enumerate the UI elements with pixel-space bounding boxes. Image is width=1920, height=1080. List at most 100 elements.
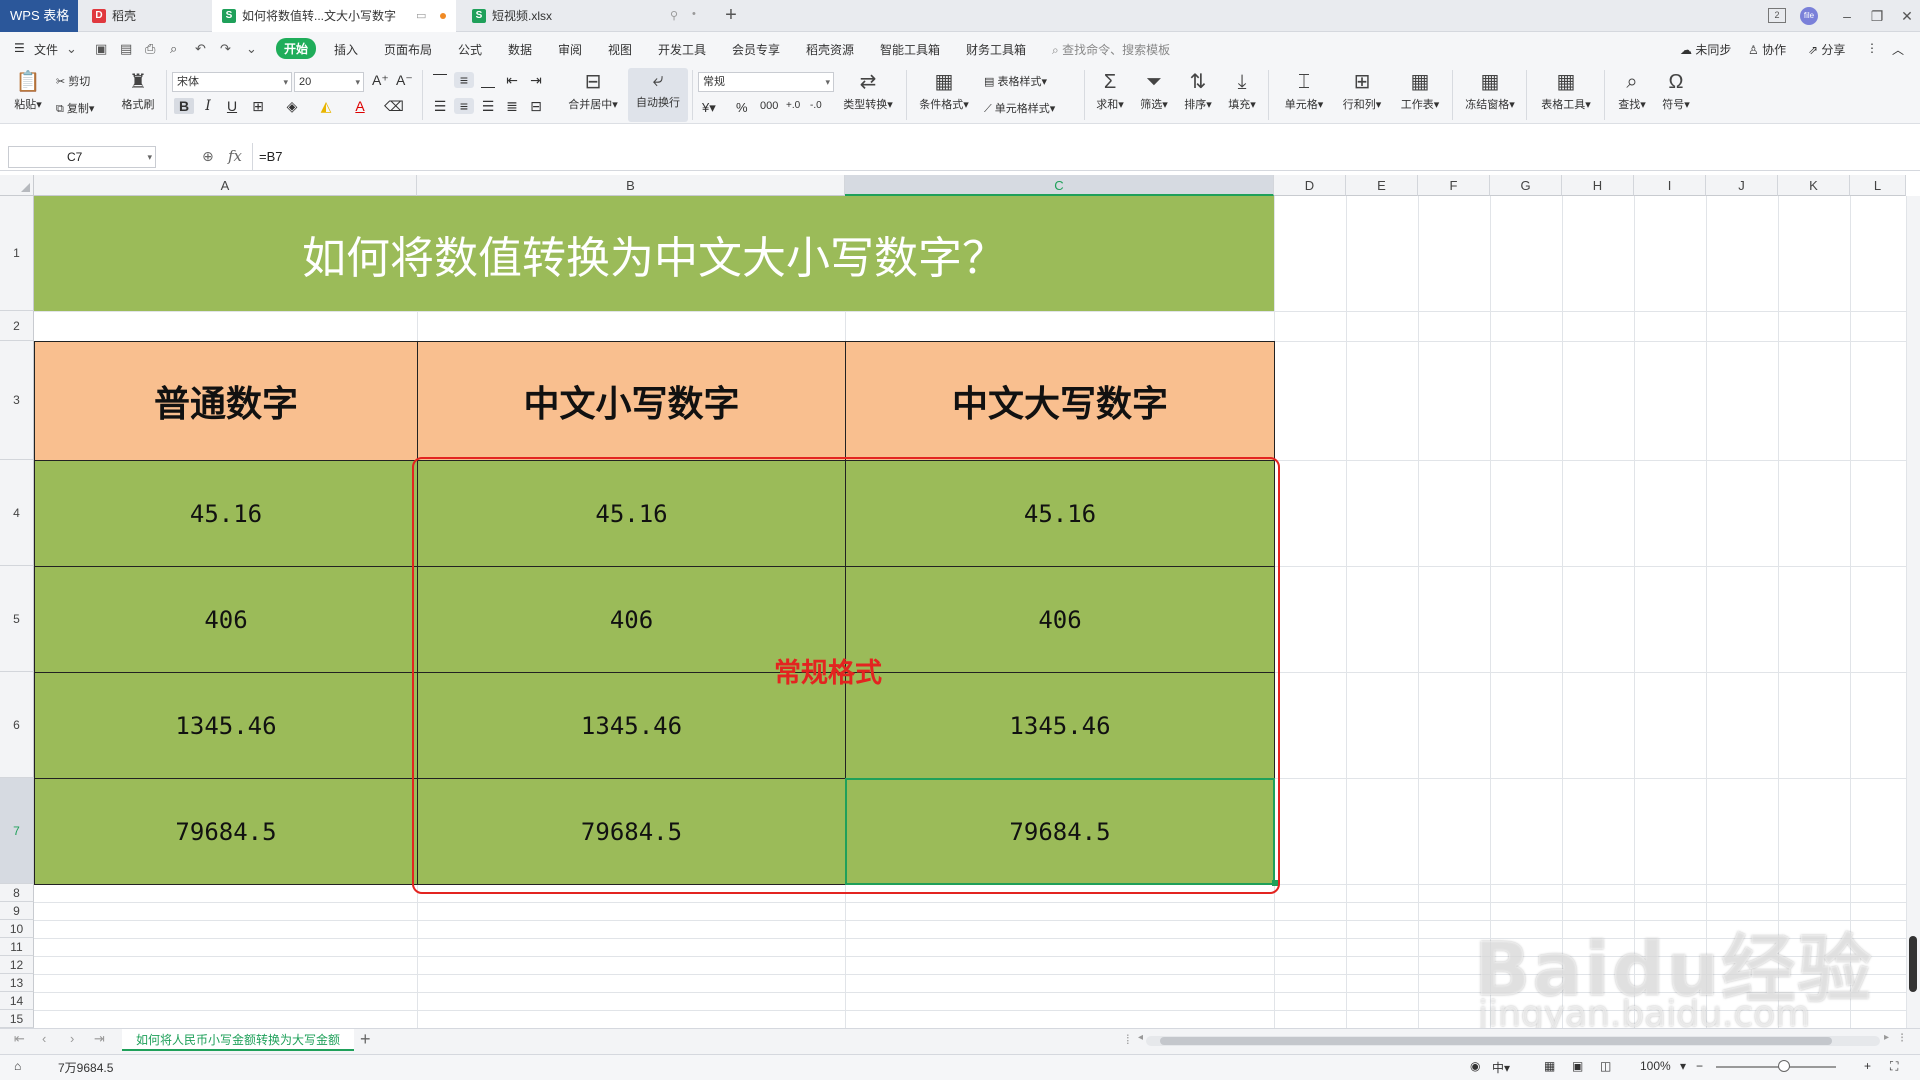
format-painter-button[interactable]: ♜ 格式刷 — [118, 70, 158, 112]
clear-format-icon[interactable]: ⌫ — [384, 98, 404, 115]
horizontal-scroll-thumb[interactable] — [1160, 1037, 1832, 1045]
menu-view[interactable]: 视图 — [608, 41, 632, 58]
input-method-icon[interactable]: 中▾ — [1492, 1059, 1510, 1076]
distributed-icon[interactable]: ⊟ — [526, 98, 546, 115]
macro-icon[interactable]: ⌂ — [14, 1059, 21, 1073]
title-cell[interactable]: 如何将数值转换为中文大小写数字？ — [34, 196, 1274, 311]
chevron-down-icon[interactable]: ▾ — [1680, 1059, 1686, 1073]
header-cell-b3[interactable]: 中文小写数字 — [417, 341, 846, 461]
indent-increase-icon[interactable]: ⇥ — [526, 72, 546, 89]
underline-icon[interactable]: U — [222, 98, 242, 114]
vertical-scrollbar[interactable] — [1906, 196, 1920, 1028]
column-header-g[interactable]: G — [1490, 175, 1562, 196]
next-sheet-icon[interactable]: › — [70, 1031, 74, 1046]
align-middle-icon[interactable]: ≡ — [454, 72, 474, 88]
menu-developer[interactable]: 开发工具 — [658, 41, 706, 58]
share-button[interactable]: ⇗ 分享 — [1808, 41, 1845, 58]
sheet-menu-icon[interactable]: ⁝ — [1900, 1030, 1904, 1046]
sort-button[interactable]: ⇅ 排序▾ — [1178, 70, 1218, 112]
table-tools-button[interactable]: ▦ 表格工具▾ — [1534, 70, 1598, 112]
sync-button[interactable]: ☁ 未同步 — [1680, 41, 1731, 58]
border-icon[interactable]: ⊞ — [248, 98, 268, 115]
find-button[interactable]: ⌕ 查找▾ — [1612, 70, 1652, 112]
row-header-1[interactable]: 1 — [0, 196, 34, 311]
percent-icon[interactable]: % — [736, 100, 748, 115]
pin-icon[interactable]: ⚲ — [670, 9, 678, 22]
select-all-corner[interactable] — [0, 175, 34, 196]
tab-daoke[interactable]: D 稻壳 — [82, 0, 210, 32]
menu-daoke-resources[interactable]: 稻壳资源 — [806, 41, 854, 58]
split-handle-icon[interactable]: ⁞ — [1126, 1032, 1130, 1047]
fill-color-icon[interactable]: ◭ — [316, 98, 336, 115]
header-cell-a3[interactable]: 普通数字 — [34, 341, 418, 461]
zoom-slider[interactable] — [1716, 1066, 1836, 1068]
menu-finance-toolbox[interactable]: 财务工具箱 — [966, 41, 1026, 58]
more-icon[interactable]: ⋮ — [1866, 41, 1878, 55]
row-header-9[interactable]: 9 — [0, 902, 34, 920]
chevron-down-icon[interactable]: ⌄ — [246, 41, 257, 57]
data-cell-a7[interactable]: 79684.5 — [34, 778, 418, 885]
column-header-e[interactable]: E — [1346, 175, 1418, 196]
first-sheet-icon[interactable]: ⇤ — [14, 1031, 25, 1047]
menu-page-layout[interactable]: 页面布局 — [384, 41, 432, 58]
page-break-view-icon[interactable]: ◫ — [1600, 1059, 1611, 1073]
increase-decimal-icon[interactable]: +.0 — [786, 100, 800, 111]
page-layout-view-icon[interactable]: ▣ — [1572, 1059, 1583, 1073]
scroll-right-icon[interactable]: ▸ — [1884, 1032, 1889, 1043]
print-icon[interactable]: ⎙ — [145, 41, 155, 57]
row-header-12[interactable]: 12 — [0, 956, 34, 974]
decrease-font-icon[interactable]: A⁻ — [396, 72, 413, 89]
row-header-15[interactable]: 15 — [0, 1010, 34, 1028]
decrease-decimal-icon[interactable]: -.0 — [810, 100, 822, 111]
row-header-3[interactable]: 3 — [0, 341, 34, 460]
cell-fill-icon[interactable]: ◈ — [282, 98, 302, 115]
collapse-ribbon-icon[interactable]: ︿ — [1892, 41, 1904, 58]
currency-icon[interactable]: ¥▾ — [702, 100, 716, 116]
symbol-button[interactable]: Ω 符号▾ — [1656, 70, 1696, 112]
function-icon[interactable]: fx — [228, 147, 242, 165]
name-box[interactable]: C7 — [8, 146, 156, 168]
formula-input[interactable]: =B7 — [252, 143, 1912, 171]
menu-insert[interactable]: 插入 — [334, 41, 358, 58]
hamburger-icon[interactable]: ☰ — [14, 41, 25, 55]
filter-button[interactable]: ⏷ 筛选▾ — [1134, 70, 1174, 112]
italic-icon[interactable]: I — [198, 98, 218, 114]
cell-style-button[interactable]: ⟋ 单元格样式▾ — [984, 100, 1055, 116]
export-pdf-icon[interactable]: ▤ — [120, 41, 132, 57]
command-search[interactable]: ⌕ 查找命令、搜索模板 — [1052, 41, 1170, 58]
copy-button[interactable]: ⧉ 复制▾ — [56, 100, 94, 116]
window-count-icon[interactable]: 2 — [1768, 8, 1786, 23]
prev-sheet-icon[interactable]: ‹ — [42, 1031, 46, 1046]
freeze-panes-button[interactable]: ▦ 冻结窗格▾ — [1458, 70, 1522, 112]
align-bottom-icon[interactable]: ⎽ — [478, 72, 498, 89]
worksheet-button[interactable]: ▦ 工作表▾ — [1392, 70, 1448, 112]
zoom-slider-knob[interactable] — [1778, 1060, 1790, 1072]
collab-button[interactable]: ♙ 协作 — [1748, 41, 1786, 58]
data-cell-a6[interactable]: 1345.46 — [34, 672, 418, 779]
normal-view-icon[interactable]: ▦ — [1544, 1059, 1555, 1073]
column-header-c[interactable]: C — [845, 175, 1274, 196]
column-header-f[interactable]: F — [1418, 175, 1490, 196]
header-cell-c3[interactable]: 中文大写数字 — [845, 341, 1275, 461]
data-cell-a5[interactable]: 406 — [34, 566, 418, 673]
increase-font-icon[interactable]: A⁺ — [372, 72, 389, 89]
row-header-5[interactable]: 5 — [0, 566, 34, 672]
menu-member[interactable]: 会员专享 — [732, 41, 780, 58]
type-convert-button[interactable]: ⇄ 类型转换▾ — [838, 70, 898, 112]
row-header-13[interactable]: 13 — [0, 974, 34, 992]
row-header-2[interactable]: 2 — [0, 311, 34, 341]
zoom-search-icon[interactable]: ⊕ — [202, 148, 214, 165]
justify-icon[interactable]: ≣ — [502, 98, 522, 115]
row-header-14[interactable]: 14 — [0, 992, 34, 1010]
bold-icon[interactable]: B — [174, 98, 194, 114]
zoom-out-icon[interactable]: − — [1696, 1059, 1703, 1073]
row-header-4[interactable]: 4 — [0, 460, 34, 566]
sheet-tab-active[interactable]: 如何将人民币小写金额转换为大写金额 — [122, 1029, 355, 1051]
merge-center-button[interactable]: ⊟ 合并居中▾ — [560, 70, 626, 112]
align-left-icon[interactable]: ☰ — [430, 98, 450, 115]
menu-file[interactable]: 文件 — [34, 41, 58, 58]
row-header-6[interactable]: 6 — [0, 672, 34, 778]
menu-review[interactable]: 审阅 — [558, 41, 582, 58]
column-header-b[interactable]: B — [417, 175, 845, 196]
last-sheet-icon[interactable]: ⇥ — [94, 1031, 105, 1047]
